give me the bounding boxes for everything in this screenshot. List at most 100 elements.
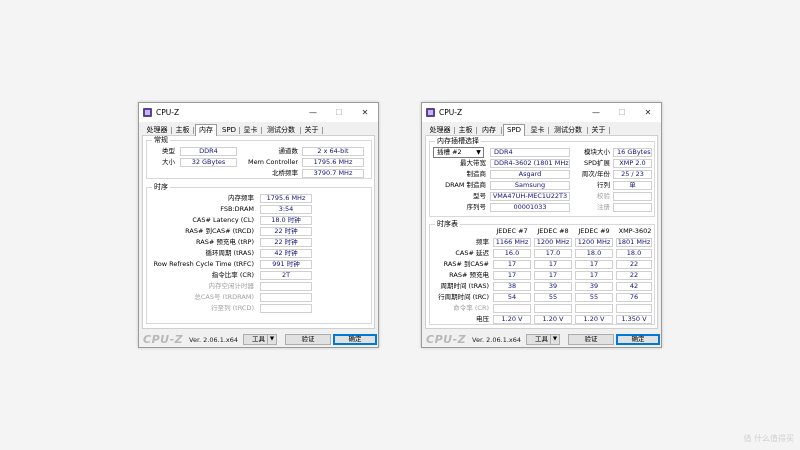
column-header: JEDEC #9	[578, 227, 610, 235]
cell-value: 1801 MHz	[616, 238, 652, 247]
ok-button[interactable]: 确定	[333, 334, 377, 345]
row-label: 电压	[476, 315, 489, 323]
maximize-button[interactable]: ☐	[326, 104, 352, 121]
timing-value-empty	[260, 304, 312, 313]
tab-graphics[interactable]: 显卡	[241, 125, 262, 136]
cell-value: 22	[616, 260, 652, 269]
nb-freq-value: 3790.7 MHz	[302, 169, 364, 178]
manufacturer-value: Asgard	[490, 170, 570, 179]
channels-value: 2 x 64-bit	[302, 147, 364, 156]
nb-freq-label: 北桥频率	[272, 169, 298, 177]
tab-spd[interactable]: SPD	[503, 124, 525, 136]
timings-group: 时序 内存频率 1795.6 MHz FSB:DRAM 3:54 CAS# La…	[146, 183, 372, 324]
cell-value: 22	[616, 271, 652, 280]
close-button[interactable]: ✕	[635, 104, 661, 121]
row-label: RAS# 到CAS#	[443, 260, 489, 268]
correction-value	[613, 192, 652, 201]
version-text: Ver. 2.06.1.x64	[472, 336, 522, 344]
timing-label: RAS# 到CAS# (tRCD)	[185, 227, 254, 235]
tab-about[interactable]: 关于	[589, 125, 610, 136]
cell-value: 55	[575, 293, 613, 302]
registered-label: 注册	[597, 203, 610, 211]
memory-panel: 常规 类型 DDR4 大小 32 GBytes 通道数 2 x 64-bit M…	[142, 136, 375, 329]
tab-bar: 处理器 主板 内存 SPD 显卡 测试分数 关于	[425, 124, 658, 136]
row-label: RAS# 预充电	[449, 271, 489, 279]
cpuz-app-icon	[426, 108, 435, 117]
timing-label-disabled: 内存空闲计时器	[208, 282, 255, 290]
tab-bench[interactable]: 测试分数	[263, 125, 301, 136]
dram-mfr-value: Samsung	[490, 181, 570, 190]
cell-value: 18.0	[575, 249, 613, 258]
cell-value: 17	[534, 260, 572, 269]
slot-group: 内存插槽选择 插槽 #2 ▼ DDR4 模块大小 16 GBytes 最大带宽 D…	[429, 137, 655, 217]
dropdown-arrow-icon[interactable]: ▼	[267, 335, 276, 344]
tab-mainboard[interactable]: 主板	[173, 125, 194, 136]
tab-cpu[interactable]: 处理器	[144, 125, 172, 136]
cell-value: 17	[493, 271, 531, 280]
timing-value-empty	[260, 282, 312, 291]
tab-cpu[interactable]: 处理器	[427, 125, 455, 136]
manufacturer-label: 制造商	[466, 170, 487, 178]
mem-controller-value: 1795.6 MHz	[302, 158, 364, 167]
tab-spd[interactable]: SPD	[220, 125, 240, 136]
week-year-label: 周次/年份	[581, 170, 610, 178]
cell-value: 17	[575, 260, 613, 269]
tools-button[interactable]: 工具 ▼	[243, 334, 277, 345]
cpuz-window-memory: CPU-Z — ☐ ✕ 处理器 主板 内存 SPD 显卡 测试分数 关于 常规 …	[138, 102, 379, 348]
column-header: JEDEC #7	[496, 227, 528, 235]
cell-value: 54	[493, 293, 531, 302]
spd-ext-label: SPD扩展	[583, 159, 610, 167]
timing-label: 循环周期 (tRAS)	[205, 249, 254, 257]
tools-button[interactable]: 工具 ▼	[526, 334, 560, 345]
slot-select[interactable]: 插槽 #2 ▼	[433, 147, 484, 158]
cpuz-brand-logo: CPU-Z	[426, 333, 467, 346]
registered-value	[613, 203, 652, 212]
tab-bench[interactable]: 测试分数	[550, 125, 588, 136]
general-group: 常规 类型 DDR4 大小 32 GBytes 通道数 2 x 64-bit M…	[146, 136, 372, 179]
maximize-button[interactable]: ☐	[609, 104, 635, 121]
validate-button[interactable]: 验证	[568, 334, 614, 345]
cell-value-empty	[616, 304, 652, 313]
cell-value: 17	[493, 260, 531, 269]
timing-value-empty	[260, 293, 312, 302]
cell-value: 55	[534, 293, 572, 302]
timing-label: CAS# Latency (CL)	[192, 216, 254, 224]
tools-label: 工具	[535, 335, 548, 343]
tab-graphics[interactable]: 显卡	[528, 125, 549, 136]
group-title: 时序	[152, 183, 170, 192]
cell-value: 1200 MHz	[575, 238, 613, 247]
tab-about[interactable]: 关于	[302, 125, 323, 136]
week-year-value: 25 / 23	[613, 170, 652, 179]
cell-value: 18.0	[616, 249, 652, 258]
close-button[interactable]: ✕	[352, 104, 378, 121]
timing-label-disabled: 总CAS号 (tRDRAM)	[194, 293, 254, 301]
cell-value: 1.20 V	[493, 315, 531, 324]
cell-value: 1.20 V	[575, 315, 613, 324]
timing-label: Row Refresh Cycle Time (tRFC)	[153, 260, 254, 268]
minimize-button[interactable]: —	[583, 104, 609, 121]
cell-value: 1.20 V	[534, 315, 572, 324]
row-label: 行周期时间 (tRC)	[438, 293, 489, 301]
title-bar[interactable]: CPU-Z — ☐ ✕	[139, 103, 378, 122]
validate-button[interactable]: 验证	[285, 334, 331, 345]
tab-mainboard[interactable]: 主板	[456, 125, 477, 136]
cell-value: 1166 MHz	[493, 238, 531, 247]
tab-memory[interactable]: 内存	[478, 125, 502, 136]
size-value: 32 GBytes	[180, 158, 237, 167]
cell-value: 17	[575, 271, 613, 280]
tab-memory[interactable]: 内存	[195, 124, 217, 136]
group-title: 时序表	[435, 220, 460, 229]
title-bar[interactable]: CPU-Z — ☐ ✕	[422, 103, 661, 122]
cpuz-window-spd: CPU-Z — ☐ ✕ 处理器 主板 内存 SPD 显卡 测试分数 关于 内存插…	[421, 102, 662, 348]
type-label: 类型	[162, 147, 175, 155]
minimize-button[interactable]: —	[300, 104, 326, 121]
timing-label: 指令比率 (CR)	[211, 271, 254, 279]
site-watermark: 值 什么值得买	[743, 434, 794, 443]
dram-mfr-label: DRAM 制造商	[445, 181, 486, 189]
timing-label: 内存频率	[228, 194, 254, 202]
dropdown-arrow-icon[interactable]: ▼	[550, 335, 559, 344]
part-number-label: 型号	[473, 192, 486, 200]
serial-label: 序列号	[466, 203, 487, 211]
column-header: XMP-3602	[618, 227, 652, 235]
ok-button[interactable]: 确定	[616, 334, 660, 345]
